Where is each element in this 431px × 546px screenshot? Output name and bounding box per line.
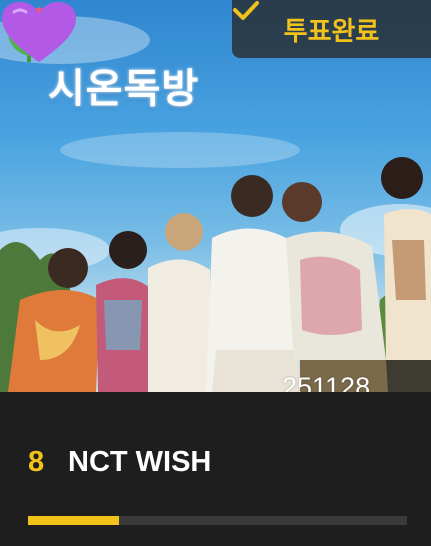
rank-number: 8 <box>28 446 45 478</box>
purple-heart-icon <box>2 2 76 62</box>
check-icon <box>233 1 259 20</box>
vote-card[interactable]: 시온독방 투표완료 251128 8 NCT WISH <box>0 0 431 546</box>
vote-complete-badge[interactable]: 투표완료 <box>232 0 431 58</box>
overlay-caption: 시온독방 <box>48 66 200 112</box>
vote-progress-fill <box>28 516 119 525</box>
entry-info: 8 NCT WISH <box>0 392 431 546</box>
group-photo: 시온독방 투표완료 251128 <box>0 0 431 392</box>
artist-name: NCT WISH <box>68 446 212 478</box>
vote-complete-label: 투표완료 <box>283 16 380 47</box>
date-stamp: 251128 <box>282 372 371 392</box>
vote-progress-bar <box>28 516 407 525</box>
